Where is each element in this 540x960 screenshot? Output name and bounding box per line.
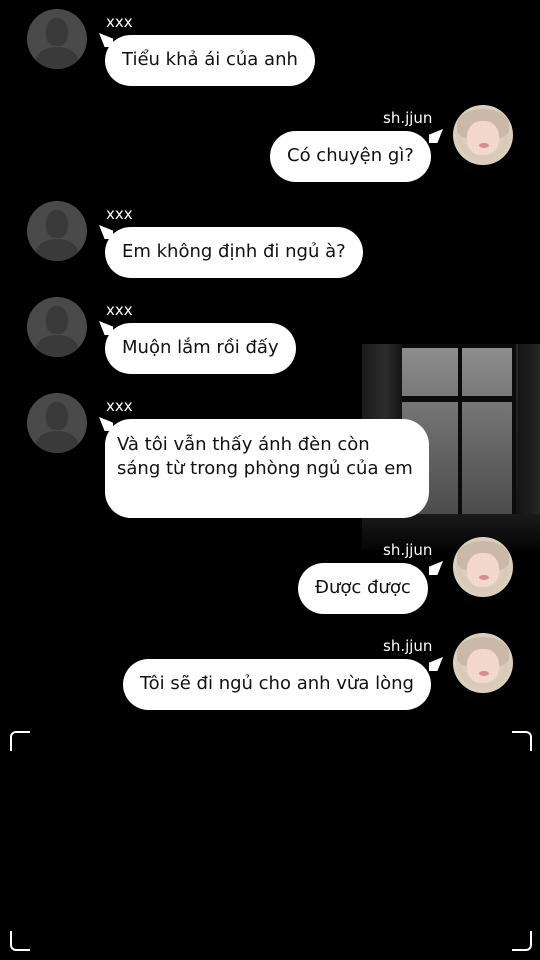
sender-name: xxx bbox=[106, 397, 133, 415]
avatar-default-icon[interactable] bbox=[27, 393, 87, 453]
message-bubble[interactable]: Tiểu khả ái của anh bbox=[105, 35, 315, 86]
frame-corner-top-right-icon bbox=[512, 731, 532, 751]
avatar-default-icon[interactable] bbox=[27, 201, 87, 261]
bubble-tail bbox=[429, 561, 443, 575]
message-bubble[interactable]: Và tôi vẫn thấy ánh đèn còn sáng từ tron… bbox=[105, 419, 429, 518]
frame-corner-bottom-left-icon bbox=[10, 931, 30, 951]
message-bubble[interactable]: Em không định đi ngủ à? bbox=[105, 227, 363, 278]
sender-name: xxx bbox=[106, 205, 133, 223]
sender-name: xxx bbox=[106, 13, 133, 31]
message-bubble[interactable]: Được được bbox=[298, 563, 428, 614]
avatar-photo-icon[interactable] bbox=[453, 633, 513, 693]
frame-corner-top-left-icon bbox=[10, 731, 30, 751]
avatar-default-icon[interactable] bbox=[27, 9, 87, 69]
avatar-photo-icon[interactable] bbox=[453, 105, 513, 165]
sender-name: sh.jjun bbox=[383, 637, 433, 655]
bubble-tail bbox=[429, 129, 443, 143]
message-bubble[interactable]: Tôi sẽ đi ngủ cho anh vừa lòng bbox=[123, 659, 431, 710]
sender-name: sh.jjun bbox=[383, 541, 433, 559]
frame-corner-bottom-right-icon bbox=[512, 931, 532, 951]
message-bubble[interactable]: Có chuyện gì? bbox=[270, 131, 431, 182]
avatar-default-icon[interactable] bbox=[27, 297, 87, 357]
message-bubble[interactable]: Muộn lắm rồi đấy bbox=[105, 323, 296, 374]
bubble-tail bbox=[429, 657, 443, 671]
sender-name: sh.jjun bbox=[383, 109, 433, 127]
avatar-photo-icon[interactable] bbox=[453, 537, 513, 597]
sender-name: xxx bbox=[106, 301, 133, 319]
